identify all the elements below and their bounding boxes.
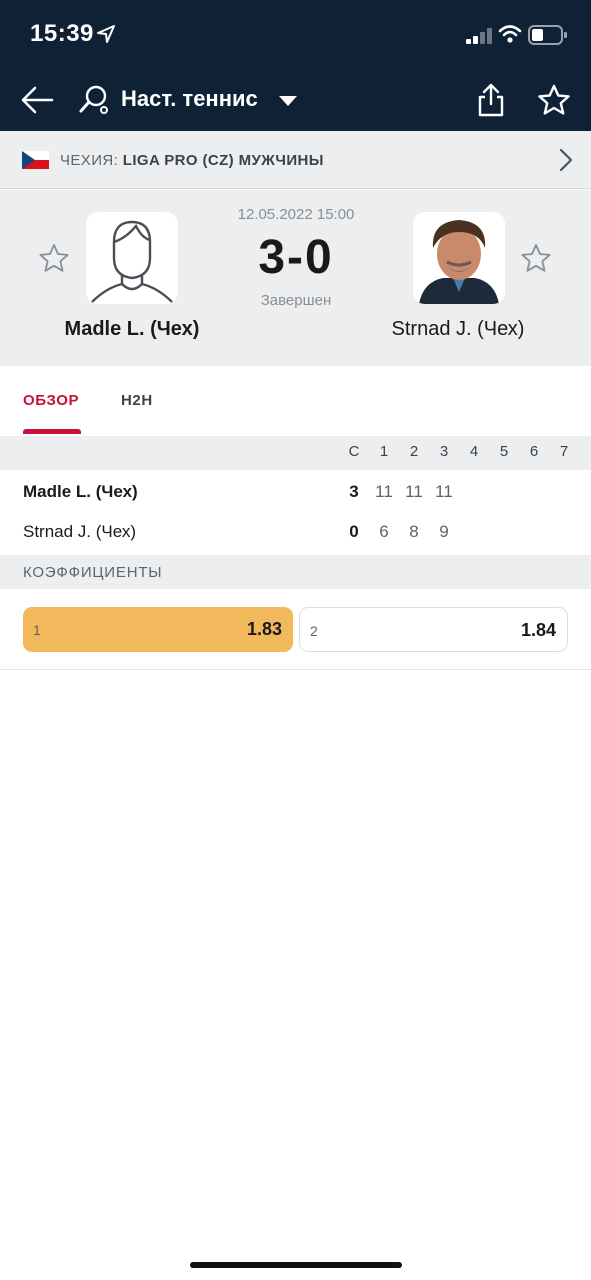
column-header: 2 [409, 443, 419, 460]
active-tab-indicator [23, 429, 81, 434]
odd-away-button[interactable]: 2 1.84 [299, 607, 568, 652]
odd-value: 1.84 [520, 620, 556, 640]
tab-overview[interactable]: ОБЗОР [23, 392, 79, 409]
odds-title: КОЭФФИЦИЕНТЫ [23, 564, 163, 581]
odd-value: 1.83 [246, 619, 282, 639]
czech-flag-icon [22, 151, 49, 169]
odd-home-button[interactable]: 1 1.83 [23, 607, 293, 652]
table-tennis-icon [79, 85, 108, 114]
share-icon[interactable] [476, 82, 506, 118]
player-photo [413, 212, 505, 304]
signal-icon [466, 28, 492, 44]
wifi-icon [498, 25, 522, 43]
home-indicator[interactable] [190, 1262, 402, 1268]
score-row-home-total: 3 [349, 482, 359, 501]
score-row-home-name: Madle L. (Чех) [23, 482, 138, 501]
league-label: ЧЕХИЯ: LIGA PRO (CZ) МУЖЧИНЫ [60, 152, 324, 169]
home-favorite-star-icon[interactable] [38, 243, 70, 275]
score-row-home-set: 11 [405, 482, 423, 501]
battery-icon [528, 25, 567, 45]
away-player-name[interactable]: Strnad J. (Чех) [348, 318, 568, 341]
odd-label: 1 [33, 622, 41, 638]
match-date: 12.05.2022 15:00 [237, 206, 355, 223]
column-header: 5 [499, 443, 509, 460]
score-row-home-set: 11 [375, 482, 393, 501]
sport-title[interactable]: Наст. теннис [121, 86, 258, 112]
league-country: ЧЕХИЯ: [60, 152, 119, 169]
location-arrow-icon [97, 25, 115, 43]
back-arrow-icon[interactable] [20, 84, 54, 116]
column-header: 7 [559, 443, 569, 460]
chevron-right-icon[interactable] [558, 148, 574, 172]
column-header: 3 [439, 443, 449, 460]
score-row-home-set: 11 [435, 482, 453, 501]
app-header: 15:39 Наст. теннис [0, 0, 591, 131]
status-time: 15:39 [30, 20, 94, 47]
score-row-away-set: 9 [439, 522, 449, 541]
column-header: С [348, 443, 360, 460]
tab-h2h[interactable]: H2H [121, 392, 153, 409]
score-row-away-name: Strnad J. (Чех) [23, 522, 136, 541]
column-header: 4 [469, 443, 479, 460]
tab-bar [0, 366, 591, 436]
away-player-avatar[interactable] [413, 212, 505, 304]
favorite-star-icon[interactable] [537, 84, 571, 116]
score-row-away-set: 8 [409, 522, 419, 541]
chevron-down-icon[interactable] [278, 94, 298, 108]
score-row-away-total: 0 [349, 522, 359, 541]
column-header: 1 [379, 443, 389, 460]
match-status: Завершен [260, 292, 332, 309]
home-player-name[interactable]: Madle L. (Чех) [22, 318, 242, 341]
score-row-away-set: 6 [379, 522, 389, 541]
league-row[interactable]: ЧЕХИЯ: LIGA PRO (CZ) МУЖЧИНЫ [0, 131, 591, 189]
league-name: LIGA PRO (CZ) МУЖЧИНЫ [122, 152, 324, 169]
player-placeholder-icon [91, 220, 173, 303]
away-favorite-star-icon[interactable] [520, 243, 552, 275]
divider [0, 669, 591, 670]
column-header: 6 [529, 443, 539, 460]
match-score: 3-0 [258, 231, 334, 284]
odd-label: 2 [310, 623, 318, 639]
home-player-avatar[interactable] [86, 212, 178, 304]
